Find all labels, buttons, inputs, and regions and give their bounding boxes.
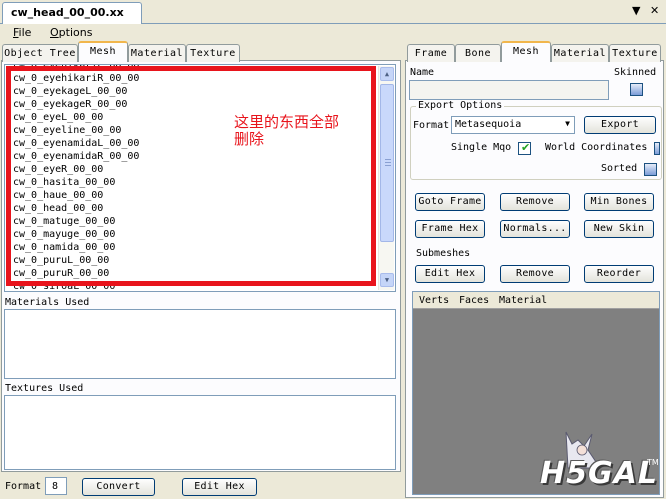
tab-texture-right[interactable]: Texture [609,44,661,62]
mesh-list-item[interactable]: cw_0_eyeline_00_00 [13,124,121,137]
reorder-button[interactable]: Reorder [584,265,654,283]
mesh-list-item[interactable]: cw_0_siroaL_00_00 [13,280,115,291]
submesh-remove-button[interactable]: Remove [500,265,570,283]
min-bones-button[interactable]: Min Bones [584,193,654,211]
column-material[interactable]: Material [499,295,547,306]
mesh-list-item[interactable]: cw_0_mayuge_00_00 [13,228,115,241]
materials-used-label: Materials Used [5,297,90,308]
skinned-label: Skinned [614,67,657,78]
normals-button[interactable]: Normals... [500,220,570,238]
sorted-checkbox[interactable] [644,163,657,176]
document-tab[interactable]: cw_head_00_00.xx [2,2,142,24]
grip-line [385,165,391,166]
checkmark-icon: ✔ [521,141,531,154]
column-verts[interactable]: Verts [419,295,449,306]
goto-frame-button[interactable]: Goto Frame [415,193,485,211]
scroll-up-arrow-icon[interactable]: ▲ [380,67,394,81]
mesh-list[interactable]: cw_0_eyehikariL_00_00 cw_0_eyehikariR_00_… [4,64,396,292]
mesh-list-item[interactable]: cw_0_eyekageR_00_00 [13,98,127,111]
chevron-down-icon: ▼ [565,119,570,128]
textures-used-list[interactable] [4,395,396,470]
menu-options[interactable]: Options [50,26,92,39]
submesh-edit-hex-button[interactable]: Edit Hex [415,265,485,283]
mesh-list-item[interactable]: cw_0_eyenamidaL_00_00 [13,137,139,150]
annotation-text: 这里的东西全部删除 [234,113,340,148]
mesh-list-scrollbar[interactable]: ▲ ▼ [378,66,394,290]
tab-texture[interactable]: Texture [186,44,240,62]
format-select[interactable]: Metasequoia ▼ [451,116,575,134]
submeshes-label: Submeshes [416,248,471,259]
tab-mesh[interactable]: Mesh [78,41,128,62]
mesh-list-item[interactable]: cw_0_puruR_00_00 [13,267,109,280]
mesh-list-item[interactable]: cw_0_puruL_00_00 [13,254,109,267]
grip-line [385,162,391,163]
format-label: Format [5,481,42,492]
submeshes-header: Verts Faces Material [413,292,659,309]
export-format-label: Format [413,120,450,131]
tab-frame[interactable]: Frame [407,44,455,62]
mesh-list-item[interactable]: cw_0_head_00_00 [13,202,103,215]
new-skin-button[interactable]: New Skin [584,220,654,238]
mesh-list-item[interactable]: cw_0_matuge_00_00 [13,215,115,228]
mesh-list-item[interactable]: cw_0_haue_00_00 [13,189,103,202]
skinned-checkbox[interactable] [630,83,643,96]
tab-object-tree[interactable]: Object Tree [2,44,78,62]
menu-bar [0,24,666,42]
tab-material[interactable]: Material [128,44,186,62]
format-field[interactable]: 8 [45,477,67,495]
name-field[interactable] [409,80,609,100]
window-menu-arrow-icon[interactable]: ▼ [632,4,640,17]
tab-mesh-right[interactable]: Mesh [501,41,551,62]
mesh-list-item[interactable]: cw_0_eyekageL_00_00 [13,85,127,98]
menu-options-mnemonic: O [50,26,59,39]
edit-hex-button[interactable]: Edit Hex [182,478,257,496]
mesh-list-item[interactable]: cw_0_namida_00_00 [13,241,115,254]
tab-material-right[interactable]: Material [551,44,609,62]
sorted-label: Sorted [601,163,638,174]
close-icon[interactable]: ✕ [650,4,659,17]
world-coordinates-label: World Coordinates [545,142,648,153]
menu-file-label: ile [18,26,32,39]
remove-button[interactable]: Remove [500,193,570,211]
watermark-logo: H5GAL [540,456,658,491]
column-faces[interactable]: Faces [459,295,489,306]
single-mqo-label: Single Mqo [451,142,512,153]
export-options-label: Export Options [416,100,505,111]
scroll-thumb[interactable] [380,84,394,242]
frame-hex-button[interactable]: Frame Hex [415,220,485,238]
export-button[interactable]: Export [584,116,656,134]
materials-used-list[interactable] [4,309,396,379]
grip-line [385,159,391,160]
mesh-list-item[interactable]: cw_0_eyehikariR_00_00 [13,72,139,85]
format-select-value: Metasequoia [455,119,522,130]
watermark-tm: TM [647,458,659,467]
mesh-list-item[interactable]: cw_0_eyenamidaR_00_00 [13,150,139,163]
scroll-down-arrow-icon[interactable]: ▼ [380,273,394,287]
convert-button[interactable]: Convert [82,478,155,496]
single-mqo-checkbox[interactable]: ✔ [518,141,531,155]
menu-options-label: ptions [58,26,93,39]
tab-bone[interactable]: Bone [455,44,501,62]
mesh-list-item[interactable]: cw_0_eyeL_00_00 [13,111,103,124]
name-label: Name [410,67,435,78]
menu-file[interactable]: File [13,26,31,39]
world-coordinates-checkbox[interactable] [654,142,660,155]
textures-used-label: Textures Used [5,383,84,394]
mesh-list-item[interactable]: cw_0_eyehikariL_00_00 [13,65,139,72]
mesh-list-item[interactable]: cw_0_hasita_00_00 [13,176,115,189]
mesh-list-item[interactable]: cw_0_eyeR_00_00 [13,163,103,176]
